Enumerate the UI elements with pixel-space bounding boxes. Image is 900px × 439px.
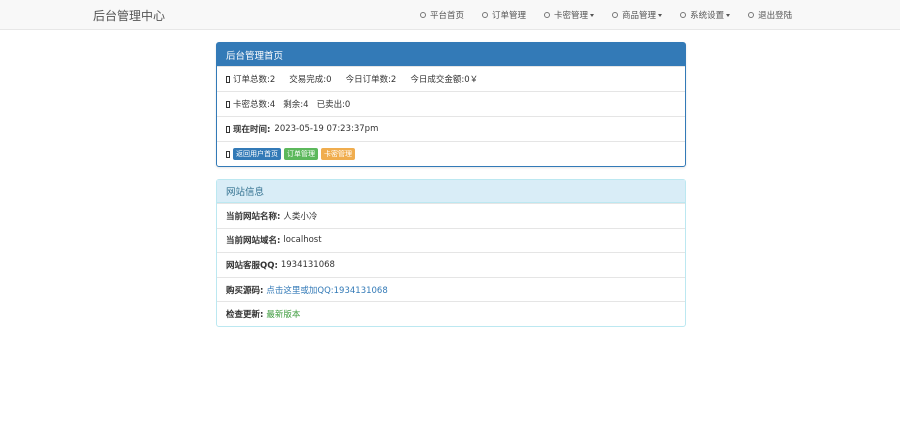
check-update-row: 检查更新: 最新版本 xyxy=(217,301,685,326)
site-name-row: 当前网站名称: 人类小冷 xyxy=(217,203,685,228)
trade-done: 交易完成:0 xyxy=(289,75,332,85)
site-name-value: 人类小冷 xyxy=(283,211,318,222)
cards-left: 剩余:4 xyxy=(283,100,309,110)
nav-item-products[interactable]: 商品管理 xyxy=(612,9,663,21)
link-icon xyxy=(226,150,230,158)
quick-links-row: 返回用户首页 订单管理 卡密管理 xyxy=(217,141,685,166)
order-stats-row: 订单总数:2 交易完成:0 今日订单数:2 今日成交金额:0￥ xyxy=(217,66,685,91)
today-amount: 今日成交金额:0￥ xyxy=(410,75,479,85)
buy-source-link[interactable]: 点击这里或加QQ:1934131068 xyxy=(266,284,387,296)
time-row: 现在时间: 2023-05-19 07:23:37pm xyxy=(217,116,685,141)
dashboard-panel-title: 后台管理首页 xyxy=(217,43,685,66)
caret-down-icon xyxy=(658,13,663,17)
circle-icon xyxy=(680,12,687,18)
nav-item-label: 平台首页 xyxy=(430,11,465,21)
circle-icon xyxy=(482,12,489,18)
nav-item-label: 订单管理 xyxy=(492,11,527,21)
nav-item-label: 卡密管理 xyxy=(554,11,589,21)
card-icon xyxy=(226,100,230,108)
site-domain-label: 当前网站域名: xyxy=(226,236,281,247)
caret-down-icon xyxy=(726,13,731,17)
nav-item-cards[interactable]: 卡密管理 xyxy=(544,9,595,21)
site-qq-value: 1934131068 xyxy=(280,259,335,270)
time-value: 2023-05-19 07:23:37pm xyxy=(274,124,379,134)
site-qq-label: 网站客服QQ: xyxy=(226,260,278,271)
time-label: 现在时间: xyxy=(233,125,271,135)
buy-source-row: 购买源码: 点击这里或加QQ:1934131068 xyxy=(217,276,685,302)
back-to-user-home-button[interactable]: 返回用户首页 xyxy=(233,148,281,160)
card-management-button[interactable]: 卡密管理 xyxy=(321,148,355,160)
list-icon xyxy=(226,75,230,83)
nav-item-logout[interactable]: 退出登陆 xyxy=(748,9,792,21)
orders-total: 订单总数:2 xyxy=(233,75,276,85)
buy-source-label: 购买源码: xyxy=(226,285,264,296)
site-qq-row: 网站客服QQ: 1934131068 xyxy=(217,252,685,277)
nav-item-orders[interactable]: 订单管理 xyxy=(482,9,526,21)
today-orders: 今日订单数:2 xyxy=(345,75,397,85)
site-info-panel-title: 网站信息 xyxy=(217,180,685,203)
dashboard-panel: 后台管理首页 订单总数:2 交易完成:0 今日订单数:2 今日成交金额:0￥ 卡… xyxy=(216,42,686,167)
brand-title[interactable]: 后台管理中心 xyxy=(93,7,165,24)
caret-down-icon xyxy=(590,13,595,17)
circle-icon xyxy=(748,12,755,18)
cards-sold: 已卖出:0 xyxy=(316,100,351,110)
order-management-button[interactable]: 订单管理 xyxy=(284,148,318,160)
nav-menu: 平台首页 订单管理 卡密管理 商品管理 系统设置 退出登陆 xyxy=(420,0,810,30)
nav-item-home[interactable]: 平台首页 xyxy=(420,9,464,21)
update-status: 最新版本 xyxy=(266,310,301,321)
nav-item-settings[interactable]: 系统设置 xyxy=(680,9,731,21)
nav-item-label: 商品管理 xyxy=(622,11,657,21)
circle-icon xyxy=(420,12,426,18)
top-navbar: 后台管理中心 平台首页 订单管理 卡密管理 商品管理 系统设置 退出登陆 xyxy=(0,0,900,30)
nav-item-label: 退出登陆 xyxy=(758,11,793,21)
site-domain-row: 当前网站域名: localhost xyxy=(217,227,685,253)
site-name-label: 当前网站名称: xyxy=(226,211,281,222)
circle-icon xyxy=(544,12,551,18)
check-update-label: 检查更新: xyxy=(226,310,264,321)
card-stats-row: 卡密总数:4 剩余:4 已卖出:0 xyxy=(217,91,685,116)
site-domain-value: localhost xyxy=(283,235,322,246)
clock-icon xyxy=(226,125,230,133)
circle-icon xyxy=(612,12,619,18)
nav-item-label: 系统设置 xyxy=(690,11,725,21)
site-info-panel: 网站信息 当前网站名称: 人类小冷 当前网站域名: localhost 网站客服… xyxy=(216,179,686,327)
cards-total: 卡密总数:4 xyxy=(233,100,276,110)
